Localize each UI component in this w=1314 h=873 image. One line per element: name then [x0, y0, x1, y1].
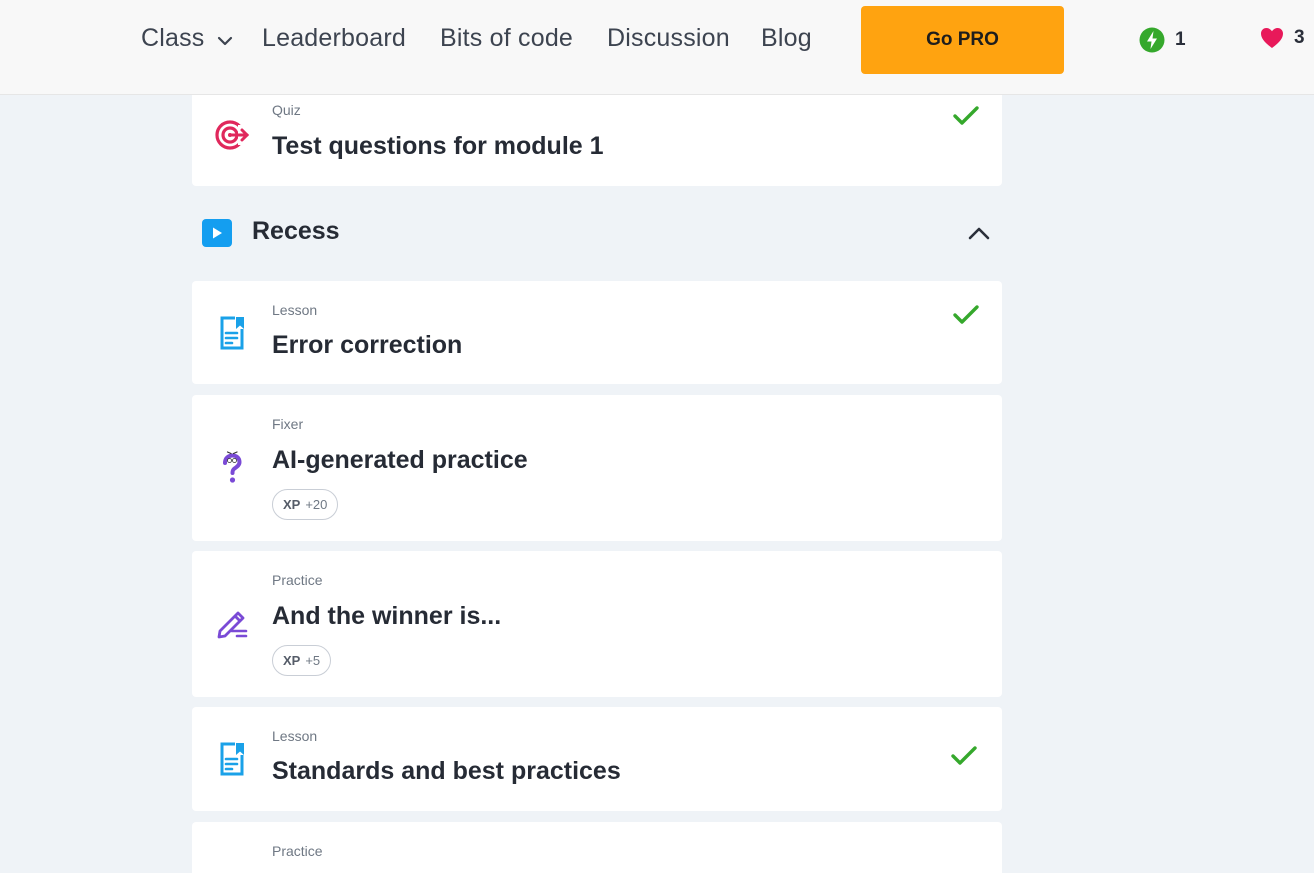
question-mark-icon	[223, 451, 242, 483]
xp-badge: XP +20	[272, 489, 339, 520]
nav-blog-link[interactable]: Blog	[761, 24, 812, 53]
nav-bits-of-code-link[interactable]: Bits of code	[440, 24, 573, 53]
checkmark-icon	[951, 746, 977, 765]
item-title: Standards and best practices	[272, 757, 621, 785]
item-title: Error correction	[272, 331, 463, 359]
item-title: And the winner is...	[272, 602, 502, 630]
lightning-icon	[1139, 27, 1165, 53]
chevron-down-icon	[217, 36, 232, 45]
hearts-counter[interactable]: 3	[1260, 27, 1305, 49]
xp-value: +5	[305, 653, 321, 668]
play-icon	[202, 219, 232, 247]
lesson-doc-icon	[220, 742, 244, 776]
nav-class-dropdown[interactable]: Class	[141, 24, 235, 53]
nav-discussion-link[interactable]: Discussion	[607, 24, 730, 53]
nav-class-label: Class	[141, 24, 205, 52]
go-pro-button[interactable]: Go PRO	[861, 6, 1064, 74]
xp-value: +20	[305, 497, 328, 512]
item-type-label: Practice	[272, 572, 323, 588]
xp-label: XP	[283, 497, 301, 512]
item-type-label: Quiz	[272, 102, 301, 118]
checkmark-icon	[953, 305, 979, 324]
xp-badge: XP +5	[272, 645, 332, 676]
heart-icon	[1261, 28, 1283, 48]
section-header-recess[interactable]: Recess	[192, 205, 1002, 261]
pencil-icon	[217, 611, 248, 639]
course-item-lesson[interactable]: Lesson Error correction	[192, 281, 1002, 384]
item-type-label: Fixer	[272, 416, 304, 432]
section-title: Recess	[252, 217, 340, 245]
chevron-up-icon[interactable]	[966, 221, 992, 245]
checkmark-icon	[953, 106, 979, 125]
top-nav: Class Leaderboard Bits of code Discussio…	[0, 0, 1314, 95]
nav-leaderboard-link[interactable]: Leaderboard	[262, 24, 406, 53]
hearts-count: 3	[1294, 27, 1305, 48]
item-type-label: Lesson	[272, 302, 318, 318]
course-item-practice[interactable]: Practice And the winner is... XP +5	[192, 551, 1002, 697]
item-type-label: Practice	[272, 843, 323, 859]
course-item-quiz[interactable]: Quiz Test questions for module 1	[192, 95, 1002, 186]
item-title: AI-generated practice	[272, 446, 528, 474]
lesson-doc-icon	[220, 316, 244, 350]
course-item-practice[interactable]: Practice	[192, 822, 1002, 873]
energy-counter[interactable]: 1	[1139, 27, 1186, 53]
course-item-fixer[interactable]: Fixer AI-generated practice XP +20	[192, 395, 1002, 541]
energy-count: 1	[1175, 29, 1186, 50]
target-icon	[215, 120, 250, 150]
item-title: Test questions for module 1	[272, 132, 604, 160]
xp-label: XP	[283, 653, 301, 668]
course-item-lesson[interactable]: Lesson Standards and best practices	[192, 707, 1002, 811]
item-type-label: Lesson	[272, 728, 318, 744]
